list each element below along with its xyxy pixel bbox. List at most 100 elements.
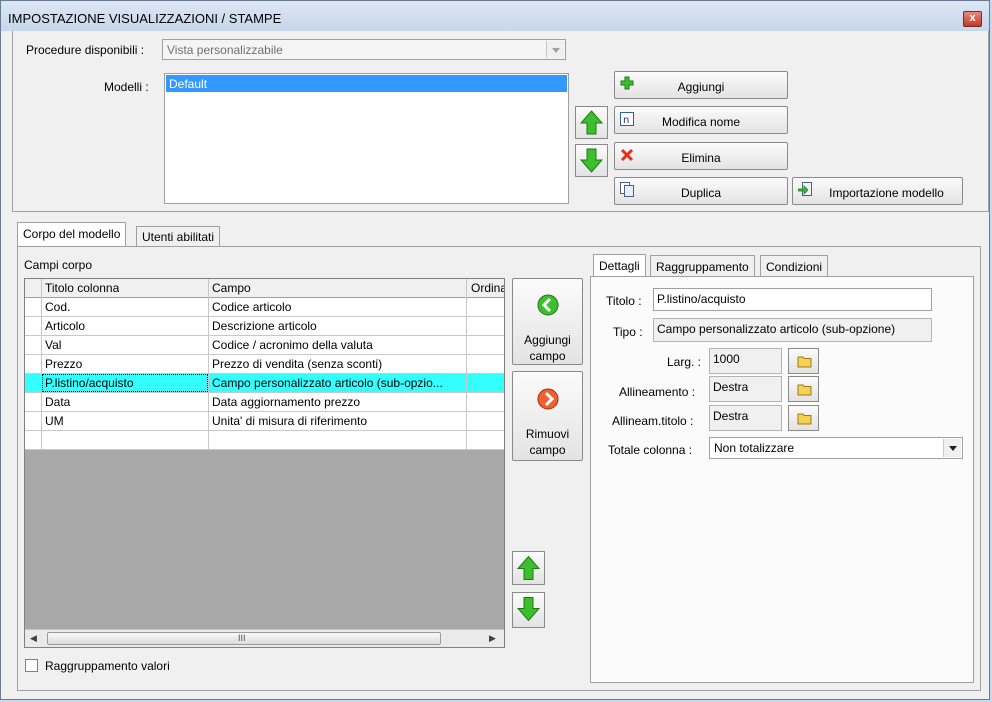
tipo-field: Campo personalizzato articolo (sub-opzio… <box>653 318 932 342</box>
modelli-label: Modelli : <box>104 80 149 94</box>
arrow-down-icon <box>579 148 604 173</box>
totale-colonna-label: Totale colonna : <box>608 443 693 457</box>
raggruppamento-checkbox-label: Raggruppamento valori <box>45 659 170 673</box>
cell-campo: Data aggiornamento prezzo <box>212 395 361 409</box>
procedure-value: Vista personalizzabile <box>167 43 283 57</box>
cell-campo: Prezzo di vendita (senza sconti) <box>212 357 383 371</box>
tipo-label: Tipo : <box>613 325 643 339</box>
larg-field[interactable]: 1000 <box>709 348 782 374</box>
import-icon <box>798 182 812 196</box>
scroll-right-icon[interactable]: ▶ <box>489 633 496 644</box>
importazione-modello-label: Importazione modello <box>829 186 944 200</box>
table-row[interactable]: P.listino/acquisto Campo personalizzato a… <box>25 374 504 393</box>
modifica-nome-button[interactable]: n Modifica nome <box>614 106 788 134</box>
column-header-ordina[interactable]: Ordina <box>471 281 504 295</box>
horizontal-scrollbar[interactable]: ◀ III ▶ <box>25 629 504 647</box>
titolo-label: Titolo : <box>606 294 642 308</box>
allineam-titolo-label: Allineam.titolo : <box>612 414 694 428</box>
totale-colonna-value: Non totalizzare <box>714 441 795 455</box>
larg-folder-button[interactable] <box>788 348 819 374</box>
tab-utenti-abilitati[interactable]: Utenti abilitati <box>136 226 221 247</box>
folder-icon <box>797 384 812 396</box>
allineam-titolo-value: Destra <box>713 409 749 423</box>
modifica-nome-label: Modifica nome <box>661 115 741 129</box>
cell-titolo: Prezzo <box>45 357 83 371</box>
elimina-label: Elimina <box>681 151 721 165</box>
column-header-campo[interactable]: Campo <box>212 281 251 295</box>
tab-label: Raggruppamento <box>656 260 749 274</box>
chevron-down-icon[interactable] <box>943 439 961 457</box>
focus-rect <box>42 374 208 392</box>
elimina-button[interactable]: Elimina <box>614 142 788 170</box>
cell-titolo: Articolo <box>45 319 86 333</box>
tab-corpo-del-modello[interactable]: Corpo del modello <box>17 222 127 248</box>
table-row[interactable]: Data Data aggiornamento prezzo <box>25 393 504 412</box>
arrow-up-icon <box>516 555 541 580</box>
close-button[interactable]: x <box>963 11 982 27</box>
modelli-listbox[interactable]: Default <box>164 73 569 204</box>
window-title: IMPOSTAZIONE VISUALIZZAZIONI / STAMPE <box>8 11 282 26</box>
allineamento-value: Destra <box>713 380 749 394</box>
duplica-button[interactable]: Duplica <box>614 177 788 205</box>
allineam-titolo-folder-button[interactable] <box>788 405 819 431</box>
cell-titolo: Data <box>45 395 71 409</box>
move-model-up-button[interactable] <box>575 106 608 139</box>
rimuovi-campo-line1: Rimuovi <box>525 427 570 441</box>
rimuovi-campo-line2: campo <box>529 443 566 457</box>
move-model-down-button[interactable] <box>575 144 608 177</box>
totale-colonna-select[interactable]: Non totalizzare <box>709 437 963 459</box>
list-item[interactable]: Default <box>166 75 567 92</box>
chevron-down-icon[interactable] <box>546 41 564 58</box>
allineamento-folder-button[interactable] <box>788 376 819 402</box>
tab-label: Utenti abilitati <box>142 230 215 244</box>
cell-campo: Campo personalizzato articolo (sub-opzio… <box>212 376 443 390</box>
larg-value: 1000 <box>713 352 740 366</box>
aggiungi-campo-button[interactable]: Aggiungi campo <box>512 278 583 365</box>
cell-campo: Codice articolo <box>212 300 292 314</box>
aggiungi-label: Aggiungi <box>677 80 725 94</box>
tab-label: Corpo del modello <box>23 227 121 241</box>
rimuovi-campo-button[interactable]: Rimuovi campo <box>512 371 583 461</box>
cell-titolo: Cod. <box>45 300 71 314</box>
importazione-modello-button[interactable]: Importazione modello <box>792 177 963 205</box>
table-row[interactable]: UM Unita' di misura di riferimento <box>25 412 504 431</box>
raggruppamento-checkbox[interactable] <box>25 659 38 672</box>
tab-condizioni[interactable]: Condizioni <box>760 255 829 277</box>
cell-campo: Codice / acronimo della valuta <box>212 338 373 352</box>
move-field-down-button[interactable] <box>512 592 545 628</box>
campi-grid[interactable]: Titolo colonna Campo Ordina Cod. Codice a… <box>24 278 505 648</box>
cell-campo: Descrizione articolo <box>212 319 317 333</box>
table-row[interactable]: Prezzo Prezzo di vendita (senza sconti) <box>25 355 504 374</box>
grid-body: Cod. Codice articolo Articolo Descrizione a… <box>25 298 504 450</box>
arrow-left-circle-icon <box>537 294 559 316</box>
duplica-label: Duplica <box>680 186 722 200</box>
allineam-titolo-field[interactable]: Destra <box>709 405 782 431</box>
cell-titolo: UM <box>45 414 64 428</box>
scroll-left-icon[interactable]: ◀ <box>30 633 37 644</box>
cell-titolo: Val <box>45 338 62 352</box>
procedure-label: Procedure disponibili : <box>26 43 145 57</box>
larg-label: Larg. : <box>667 355 702 369</box>
procedure-select[interactable]: Vista personalizzabile <box>162 39 566 60</box>
table-row[interactable]: Articolo Descrizione articolo <box>25 317 504 336</box>
tipo-value: Campo personalizzato articolo (sub-opzio… <box>657 322 896 336</box>
tab-raggruppamento[interactable]: Raggruppamento <box>650 255 755 277</box>
tab-label: Condizioni <box>766 260 823 274</box>
table-row[interactable]: Val Codice / acronimo della valuta <box>25 336 504 355</box>
arrow-down-icon <box>516 597 541 622</box>
scroll-thumb[interactable]: III <box>47 632 441 645</box>
aggiungi-campo-line1: Aggiungi <box>524 333 571 347</box>
aggiungi-campo-line2: campo <box>529 349 566 363</box>
tab-dettagli[interactable]: Dettagli <box>593 254 646 278</box>
allineamento-field[interactable]: Destra <box>709 376 782 402</box>
move-field-up-button[interactable] <box>512 551 545 585</box>
folder-icon <box>797 413 812 425</box>
table-row[interactable] <box>25 431 504 450</box>
aggiungi-button[interactable]: Aggiungi <box>614 71 788 99</box>
list-item-label: Default <box>169 77 208 91</box>
titolo-input[interactable]: P.listino/acquisto <box>653 288 932 311</box>
arrow-up-icon <box>579 110 604 135</box>
table-row[interactable]: Cod. Codice articolo <box>25 298 504 317</box>
scroll-grip-icon: III <box>238 633 246 643</box>
column-header-titolo[interactable]: Titolo colonna <box>45 281 119 295</box>
